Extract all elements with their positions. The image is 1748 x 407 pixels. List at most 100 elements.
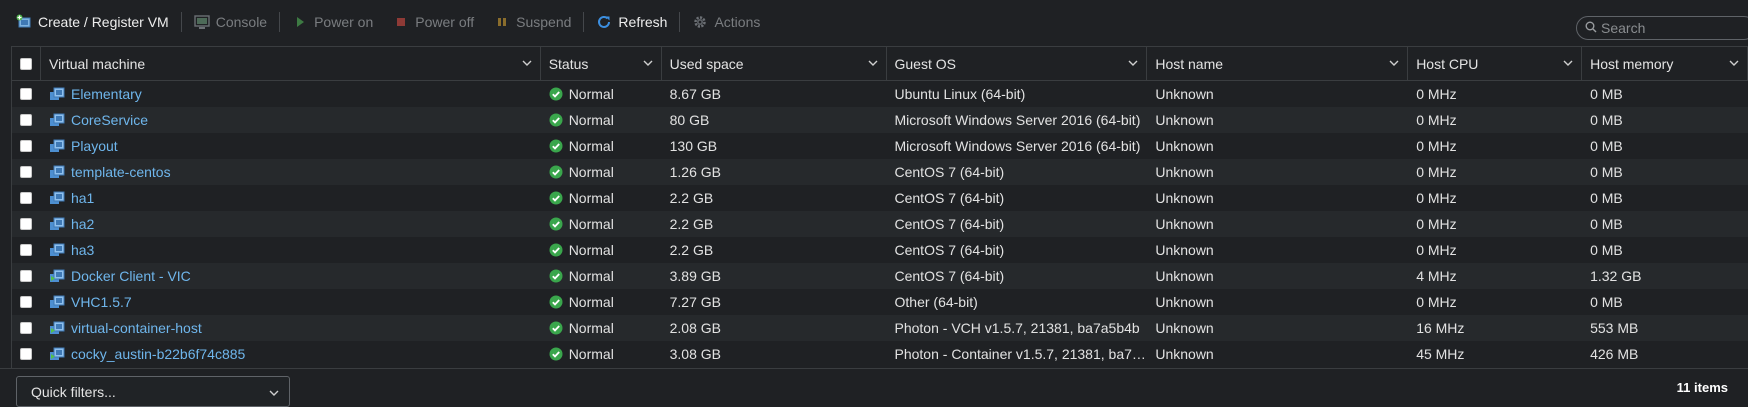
quick-filters-dropdown[interactable]: Quick filters... (16, 376, 290, 407)
vm-name-link[interactable]: Elementary (71, 86, 142, 102)
row-checkbox[interactable] (20, 192, 33, 204)
table-row[interactable]: ha1 Normal 2.2 GB CentOS 7 (64-bit) Unknown 0… (12, 185, 1748, 211)
vm-icon (49, 164, 65, 180)
vm-icon (49, 86, 65, 102)
actions-button[interactable]: Actions (682, 10, 770, 34)
column-header-host-cpu[interactable]: Host CPU (1408, 47, 1583, 81)
used-space-value: 2.08 GB (669, 320, 721, 336)
used-space-cell: 2.2 GB (662, 211, 887, 237)
search-input[interactable] (1601, 20, 1741, 36)
guest-os-cell: Microsoft Windows Server 2016 (64-bit) (887, 133, 1148, 159)
host-memory-cell: 0 MB (1582, 159, 1748, 185)
row-select-cell (12, 315, 41, 341)
used-space-value: 2.2 GB (669, 242, 714, 258)
status-cell: Normal (541, 237, 662, 263)
vm-name-link[interactable]: CoreService (71, 112, 148, 128)
row-checkbox[interactable] (20, 244, 33, 256)
row-checkbox[interactable] (20, 140, 33, 152)
used-space-value: 2.2 GB (669, 216, 714, 232)
used-space-value: 80 GB (669, 112, 710, 128)
host-cpu-value: 4 MHz (1416, 268, 1457, 284)
row-checkbox[interactable] (20, 348, 33, 360)
chevron-down-icon (269, 390, 279, 396)
host-name-cell: Unknown (1147, 81, 1408, 107)
row-checkbox[interactable] (20, 270, 33, 282)
row-select-cell (12, 289, 41, 315)
column-header-used-space[interactable]: Used space (662, 47, 887, 81)
guest-os-value: CentOS 7 (64-bit) (894, 242, 1005, 258)
chevron-down-icon[interactable] (868, 58, 878, 68)
power-off-button[interactable]: Power off (383, 10, 484, 34)
vm-name-link[interactable]: ha2 (71, 216, 94, 232)
search-icon (1585, 21, 1597, 36)
chevron-down-icon[interactable] (1563, 58, 1573, 68)
column-header-status[interactable]: Status (541, 47, 662, 81)
column-label: Host name (1155, 56, 1224, 72)
refresh-icon (596, 14, 612, 30)
console-button[interactable]: Console (184, 10, 277, 34)
table-row[interactable]: Docker Client - VIC Normal 3.89 GB CentOS 7… (12, 263, 1748, 289)
host-cpu-value: 0 MHz (1416, 216, 1457, 232)
row-checkbox[interactable] (20, 218, 33, 230)
row-select-cell (12, 81, 41, 107)
column-header-host-memory[interactable]: Host memory (1582, 47, 1748, 81)
table-row[interactable]: Elementary Normal 8.67 GB Ubuntu Linux (64-… (12, 81, 1748, 107)
row-checkbox[interactable] (20, 88, 33, 100)
column-header-guest-os[interactable]: Guest OS (887, 47, 1148, 81)
status-cell: Normal (541, 159, 662, 185)
table-row[interactable]: VHC1.5.7 Normal 7.27 GB Other (64-bit) Unkno… (12, 289, 1748, 315)
guest-os-value: CentOS 7 (64-bit) (894, 216, 1005, 232)
vm-name-cell: ha2 (41, 211, 541, 237)
chevron-down-icon[interactable] (1729, 58, 1739, 68)
vm-name-link[interactable]: Playout (71, 138, 118, 154)
table-row[interactable]: cocky_austin-b22b6f74c885 Normal 3.08 GB Ph… (12, 341, 1748, 367)
chevron-down-icon[interactable] (643, 58, 653, 68)
table-row[interactable]: template-centos Normal 1.26 GB CentOS 7 (64… (12, 159, 1748, 185)
vm-name-link[interactable]: ha1 (71, 190, 94, 206)
vm-name-link[interactable]: Docker Client - VIC (71, 268, 191, 284)
host-cpu-cell: 0 MHz (1408, 289, 1582, 315)
row-checkbox[interactable] (20, 114, 33, 126)
status-ok-icon (549, 87, 563, 101)
chevron-down-icon[interactable] (1128, 58, 1138, 68)
vm-name-link[interactable]: ha3 (71, 242, 94, 258)
host-name-value: Unknown (1155, 190, 1214, 206)
guest-os-value: Microsoft Windows Server 2016 (64-bit) (894, 138, 1141, 154)
status-text: Normal (568, 346, 614, 362)
table-row[interactable]: virtual-container-host Normal 2.08 GB Photo… (12, 315, 1748, 341)
host-memory-value: 0 MB (1590, 138, 1623, 154)
table-row[interactable]: Playout Normal 130 GB Microsoft Windows Ser… (12, 133, 1748, 159)
status-text: Normal (568, 216, 614, 232)
refresh-button[interactable]: Refresh (586, 10, 677, 34)
column-header-vm[interactable]: Virtual machine (41, 47, 541, 81)
select-all-checkbox[interactable] (19, 58, 32, 70)
column-header-host-name[interactable]: Host name (1147, 47, 1409, 81)
table-row[interactable]: ha3 Normal 2.2 GB CentOS 7 (64-bit) Unknown 0… (12, 237, 1748, 263)
power-on-button[interactable]: Power on (282, 10, 383, 34)
table-row[interactable]: CoreService Normal 80 GB Microsoft Windows … (12, 107, 1748, 133)
console-label: Console (215, 14, 268, 30)
host-cpu-cell: 0 MHz (1408, 237, 1582, 263)
guest-os-value: CentOS 7 (64-bit) (894, 190, 1005, 206)
suspend-button[interactable]: Suspend (484, 10, 581, 34)
used-space-cell: 7.27 GB (662, 289, 887, 315)
chevron-down-icon[interactable] (1389, 58, 1399, 68)
search-box[interactable] (1576, 16, 1748, 40)
vm-name-link[interactable]: cocky_austin-b22b6f74c885 (71, 346, 245, 362)
status-text: Normal (568, 86, 614, 102)
host-cpu-value: 0 MHz (1416, 190, 1457, 206)
host-name-value: Unknown (1155, 242, 1214, 258)
guest-os-value: CentOS 7 (64-bit) (894, 164, 1005, 180)
row-checkbox[interactable] (20, 322, 33, 334)
host-cpu-cell: 4 MHz (1408, 263, 1582, 289)
vm-name-link[interactable]: VHC1.5.7 (71, 294, 132, 310)
vm-name-link[interactable]: template-centos (71, 164, 171, 180)
create-register-vm-button[interactable]: Create / Register VM (16, 10, 179, 34)
status-text: Normal (568, 112, 614, 128)
table-row[interactable]: ha2 Normal 2.2 GB CentOS 7 (64-bit) Unknown 0… (12, 211, 1748, 237)
row-checkbox[interactable] (20, 296, 33, 308)
chevron-down-icon[interactable] (522, 58, 532, 68)
row-checkbox[interactable] (20, 166, 33, 178)
host-name-cell: Unknown (1147, 133, 1408, 159)
vm-name-link[interactable]: virtual-container-host (71, 320, 202, 336)
